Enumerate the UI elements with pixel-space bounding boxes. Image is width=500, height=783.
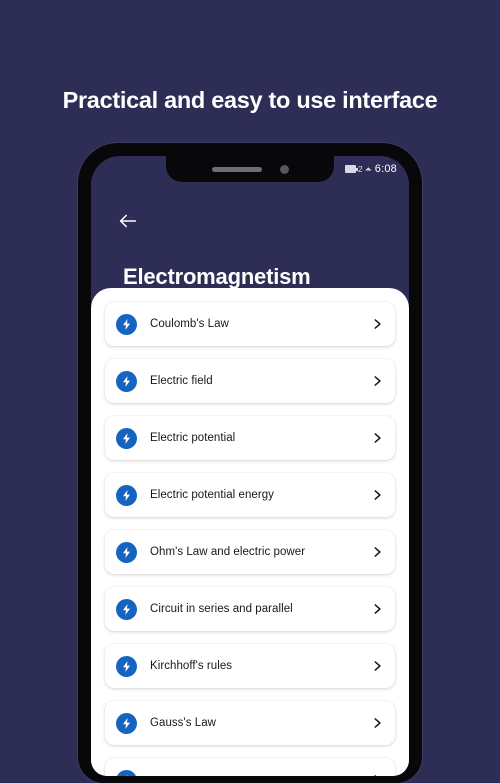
phone-mockup: 2 ⏶ 6:08 Electromagnetism Coulomb's Law E…	[78, 143, 422, 783]
lightning-bolt-icon	[116, 655, 137, 677]
lightning-bolt-icon	[116, 541, 137, 563]
chevron-right-icon[interactable]	[370, 488, 384, 502]
list-item[interactable]: Coulomb's Law	[105, 302, 395, 346]
battery-icon	[344, 165, 358, 173]
list-item-label: Circuit in series and parallel	[150, 603, 293, 615]
topic-list[interactable]: Coulomb's Law Electric field Electric pote…	[91, 288, 409, 776]
chevron-right-icon[interactable]	[370, 716, 384, 730]
list-item[interactable]: Ohm's Law and electric power	[105, 530, 395, 574]
list-item[interactable]: Electric field	[105, 359, 395, 403]
lightning-bolt-icon	[116, 598, 137, 620]
back-arrow-icon[interactable]	[117, 210, 139, 232]
speaker-grille-icon	[211, 166, 262, 172]
promo-headline: Practical and easy to use interface	[62, 87, 438, 113]
status-clock: 6:08	[374, 163, 397, 175]
list-item-label: Kirchhoff's rules	[150, 660, 233, 672]
signal-label: 2	[357, 163, 363, 174]
list-item[interactable]: Circuit in series and parallel	[105, 587, 395, 631]
lightning-bolt-icon	[116, 712, 137, 734]
lightning-bolt-icon	[116, 769, 137, 776]
chevron-right-icon[interactable]	[370, 659, 384, 673]
phone-screen: 2 ⏶ 6:08 Electromagnetism Coulomb's Law E…	[91, 156, 409, 776]
lightning-bolt-icon	[116, 313, 137, 335]
status-bar: 2 ⏶ 6:08	[344, 156, 409, 182]
list-item-label: Coulomb's Law	[150, 318, 229, 330]
list-item-label: Electric potential energy	[150, 489, 274, 501]
lightning-bolt-icon	[116, 370, 137, 392]
list-item[interactable]: Kirchhoff's rules	[105, 644, 395, 688]
status-icon-group: 2 ⏶	[344, 163, 372, 174]
phone-notch	[166, 156, 334, 182]
chevron-right-icon[interactable]	[370, 545, 384, 559]
list-item[interactable]: Electric potential	[105, 416, 395, 460]
list-item-label: Gauss's Law	[150, 717, 217, 729]
lightning-bolt-icon	[116, 484, 137, 506]
app-header: Electromagnetism	[91, 182, 409, 289]
chevron-right-icon[interactable]	[370, 773, 384, 776]
chevron-right-icon[interactable]	[370, 317, 384, 331]
chevron-right-icon[interactable]	[370, 602, 384, 616]
chevron-right-icon[interactable]	[370, 374, 384, 388]
chevron-right-icon[interactable]	[370, 431, 384, 445]
list-item[interactable]: Gauss's Law	[105, 701, 395, 745]
list-item[interactable]: Electric potential energy	[105, 473, 395, 517]
content-sheet: Coulomb's Law Electric field Electric pote…	[91, 288, 409, 776]
page-title: Electromagnetism	[123, 264, 311, 289]
list-item-label: Electric field	[150, 375, 213, 387]
list-item-label: Electric potential	[150, 432, 236, 444]
list-item-label: Ohm's Law and electric power	[150, 546, 306, 558]
list-item[interactable]	[105, 758, 395, 776]
lightning-bolt-icon	[116, 427, 137, 449]
front-camera-icon	[279, 164, 289, 174]
wifi-icon: ⏶	[364, 163, 372, 174]
